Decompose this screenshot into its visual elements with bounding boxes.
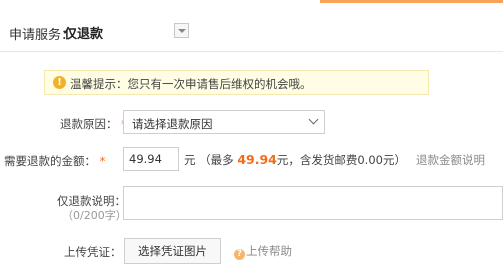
triangle-down-icon: [178, 29, 186, 33]
select-image-button[interactable]: 选择凭证图片: [124, 238, 221, 264]
upload-help-text: 上传帮助: [246, 244, 292, 258]
amount-help-link[interactable]: 退款金额说明: [416, 153, 485, 167]
tip-box: ! 温馨提示：您只有一次申请售后维权的机会哦。: [44, 70, 429, 95]
chevron-down-icon: [308, 114, 319, 125]
amount-max: 49.94: [237, 152, 277, 167]
tip-text: 温馨提示：您只有一次申请售后维权的机会哦。: [70, 77, 312, 91]
divider: [0, 51, 503, 52]
reason-label: 退款原因： *: [60, 116, 127, 132]
required-mark: *: [99, 154, 106, 168]
reason-label-text: 退款原因：: [60, 117, 118, 131]
amount-input[interactable]: [123, 147, 179, 171]
question-icon: ?: [234, 249, 245, 260]
amount-unit-suffix: 元，含发货邮费0.00元）: [276, 153, 406, 167]
amount-note: 元 （最多 49.94元，含发货邮费0.00元） 退款金额说明: [184, 152, 485, 168]
lightbulb-icon: !: [53, 76, 66, 89]
amount-label: 需要退款的金额： *: [4, 153, 105, 169]
reason-select-value: 请选择退款原因: [132, 117, 213, 131]
upload-label: 上传凭证：: [64, 245, 122, 259]
top-bar: [0, 0, 503, 3]
service-value: 仅退款: [64, 27, 104, 42]
amount-label-text: 需要退款的金额：: [4, 154, 96, 168]
description-char-count: （0/200字）: [62, 209, 127, 222]
reason-select[interactable]: 请选择退款原因: [123, 110, 325, 134]
amount-unit-prefix: 元 （最多: [184, 153, 238, 167]
upload-help-link[interactable]: ? 上传帮助: [234, 243, 292, 260]
service-dropdown-toggle[interactable]: [174, 23, 189, 38]
description-textarea[interactable]: [123, 186, 503, 220]
top-accent-line: [320, 0, 503, 3]
service-row: 申请服务： 仅退款: [0, 16, 503, 46]
